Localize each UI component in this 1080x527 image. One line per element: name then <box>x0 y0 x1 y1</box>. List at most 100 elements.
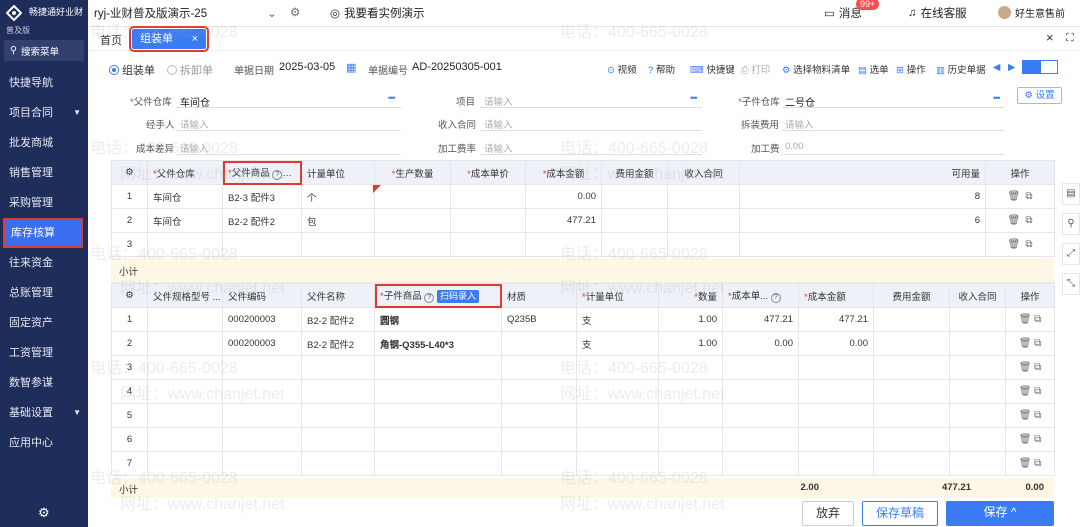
sidebar-item[interactable]: 数智参谋 <box>0 368 88 398</box>
save-draft-button[interactable]: 保存草稿 <box>862 501 938 526</box>
cell-goods[interactable] <box>374 427 502 452</box>
cell-qty[interactable]: 1.00 <box>658 307 723 332</box>
cell-amount[interactable]: 0.00 <box>798 331 874 356</box>
collapse-icon[interactable]: ⤡ <box>1062 273 1080 295</box>
cell-goods[interactable] <box>222 232 302 257</box>
cell-contract[interactable] <box>667 232 740 257</box>
cell-name[interactable]: B2-2 配件2 <box>301 331 375 356</box>
cell-amount[interactable] <box>798 355 874 380</box>
cell-goods[interactable] <box>374 451 502 476</box>
account-selector[interactable]: ryj-业财普及版演示-25 ⌄ <box>94 5 277 21</box>
cell-unit[interactable]: 包 <box>301 208 375 233</box>
cell-goods[interactable]: 角钢-Q355-L40*3 <box>374 331 502 356</box>
copy-icon[interactable]: ⧉ <box>1034 386 1041 397</box>
cell-fee[interactable] <box>873 451 950 476</box>
settings-button[interactable]: ⚙ 设置 <box>1017 87 1062 104</box>
radio-disassembly[interactable]: 拆卸单 <box>167 62 213 78</box>
cell-qty[interactable] <box>658 451 723 476</box>
next-icon[interactable]: ▶ <box>1008 62 1015 73</box>
expand-icon[interactable]: ⛶ <box>1066 32 1074 45</box>
cell-fee[interactable] <box>873 307 950 332</box>
cell-unit[interactable]: 支 <box>576 331 659 356</box>
cell-fee[interactable] <box>873 403 950 428</box>
cell-qty[interactable]: 1.00 <box>658 331 723 356</box>
cell-amount[interactable] <box>798 427 874 452</box>
cell-code[interactable] <box>222 451 302 476</box>
cell-fee[interactable] <box>873 355 950 380</box>
cell-price[interactable]: 477.21 <box>722 307 799 332</box>
sidebar-item[interactable]: 基础设置 ▼ <box>0 398 88 428</box>
sidebar-item[interactable]: 快捷导航 <box>0 68 88 98</box>
card-view-icon[interactable] <box>1040 60 1058 74</box>
shortcut-button[interactable]: ⌨ 快捷键 <box>690 62 735 76</box>
cell-spec[interactable] <box>147 379 223 404</box>
project-input[interactable]: 请输入 <box>484 94 513 108</box>
cell-contract[interactable] <box>667 208 740 233</box>
cell-unit[interactable] <box>576 427 659 452</box>
fee-input[interactable]: 0.00 <box>785 141 804 152</box>
cell-amount[interactable]: 477.21 <box>798 307 874 332</box>
cell-amount[interactable] <box>798 403 874 428</box>
cell-code[interactable] <box>222 403 302 428</box>
cell-code[interactable] <box>222 379 302 404</box>
cell-code[interactable]: 000200003 <box>222 331 302 356</box>
cell-unit[interactable]: 支 <box>576 307 659 332</box>
cell-contract[interactable] <box>949 451 1006 476</box>
cell-price[interactable] <box>722 451 799 476</box>
sidebar-item[interactable]: 批发商城 <box>0 128 88 158</box>
cell-contract[interactable] <box>949 427 1006 452</box>
more-icon[interactable]: ••• <box>993 93 1001 103</box>
select-bom-button[interactable]: ⚙ 选择物料清单 <box>782 62 850 76</box>
save-button[interactable]: 保存 ^ <box>946 501 1054 526</box>
cell-code[interactable] <box>222 355 302 380</box>
cell-spec[interactable] <box>147 427 223 452</box>
close-icon[interactable]: × <box>192 29 198 49</box>
sidebar-item[interactable]: 销售管理 <box>0 158 88 188</box>
cell-name[interactable] <box>301 355 375 380</box>
cell-code[interactable] <box>222 427 302 452</box>
cell-contract[interactable] <box>949 355 1006 380</box>
cell-material[interactable] <box>501 427 577 452</box>
delete-icon[interactable]: 🗑︎ <box>1007 239 1020 250</box>
cell-amount[interactable] <box>525 232 602 257</box>
cell-fee[interactable] <box>601 184 668 209</box>
cell-qty[interactable] <box>658 427 723 452</box>
cell-qty[interactable] <box>374 208 451 233</box>
sidebar-item[interactable]: 采购管理 <box>0 188 88 218</box>
cell-material[interactable] <box>501 355 577 380</box>
cell-goods[interactable] <box>374 403 502 428</box>
cell-price[interactable] <box>450 184 526 209</box>
cell-amount[interactable] <box>798 379 874 404</box>
column-settings-icon[interactable]: ⚙ <box>111 160 148 185</box>
delete-icon[interactable]: 🗑︎ <box>1019 362 1032 373</box>
cell-goods[interactable] <box>374 379 502 404</box>
cell-spec[interactable] <box>147 331 223 356</box>
cell-price[interactable] <box>722 427 799 452</box>
sidebar-item[interactable]: 应用中心 <box>0 428 88 458</box>
cell-contract[interactable] <box>949 331 1006 356</box>
cell-unit[interactable] <box>301 232 375 257</box>
cell-price[interactable] <box>450 232 526 257</box>
cell-fee[interactable] <box>601 208 668 233</box>
more-icon[interactable]: ••• <box>690 93 698 103</box>
help-icon[interactable]: ? <box>424 293 435 303</box>
date-value[interactable]: 2025-03-05 <box>279 61 335 73</box>
cell-avail[interactable] <box>739 232 986 257</box>
more-icon[interactable]: ••• <box>388 93 396 103</box>
cell-amount[interactable]: 477.21 <box>525 208 602 233</box>
form-icon[interactable]: ▤ <box>1062 183 1080 205</box>
cell-goods[interactable] <box>374 355 502 380</box>
cell-wh[interactable] <box>147 232 223 257</box>
sidebar-item[interactable]: 固定资产 <box>0 308 88 338</box>
cell-unit[interactable]: 个 <box>301 184 375 209</box>
cell-price[interactable]: 0.00 <box>722 331 799 356</box>
list-view-icon[interactable] <box>1022 60 1040 74</box>
cell-material[interactable] <box>501 451 577 476</box>
copy-icon[interactable]: ⧉ <box>1025 191 1032 202</box>
expand-arrows-icon[interactable]: ⤢ <box>1062 243 1080 265</box>
calendar-icon[interactable]: ▦ <box>346 61 356 74</box>
abandon-button[interactable]: 放弃 <box>802 501 854 526</box>
sidebar-item[interactable]: 往来资金 <box>0 248 88 278</box>
cell-qty[interactable] <box>374 232 451 257</box>
cell-avail[interactable]: 6 <box>739 208 986 233</box>
